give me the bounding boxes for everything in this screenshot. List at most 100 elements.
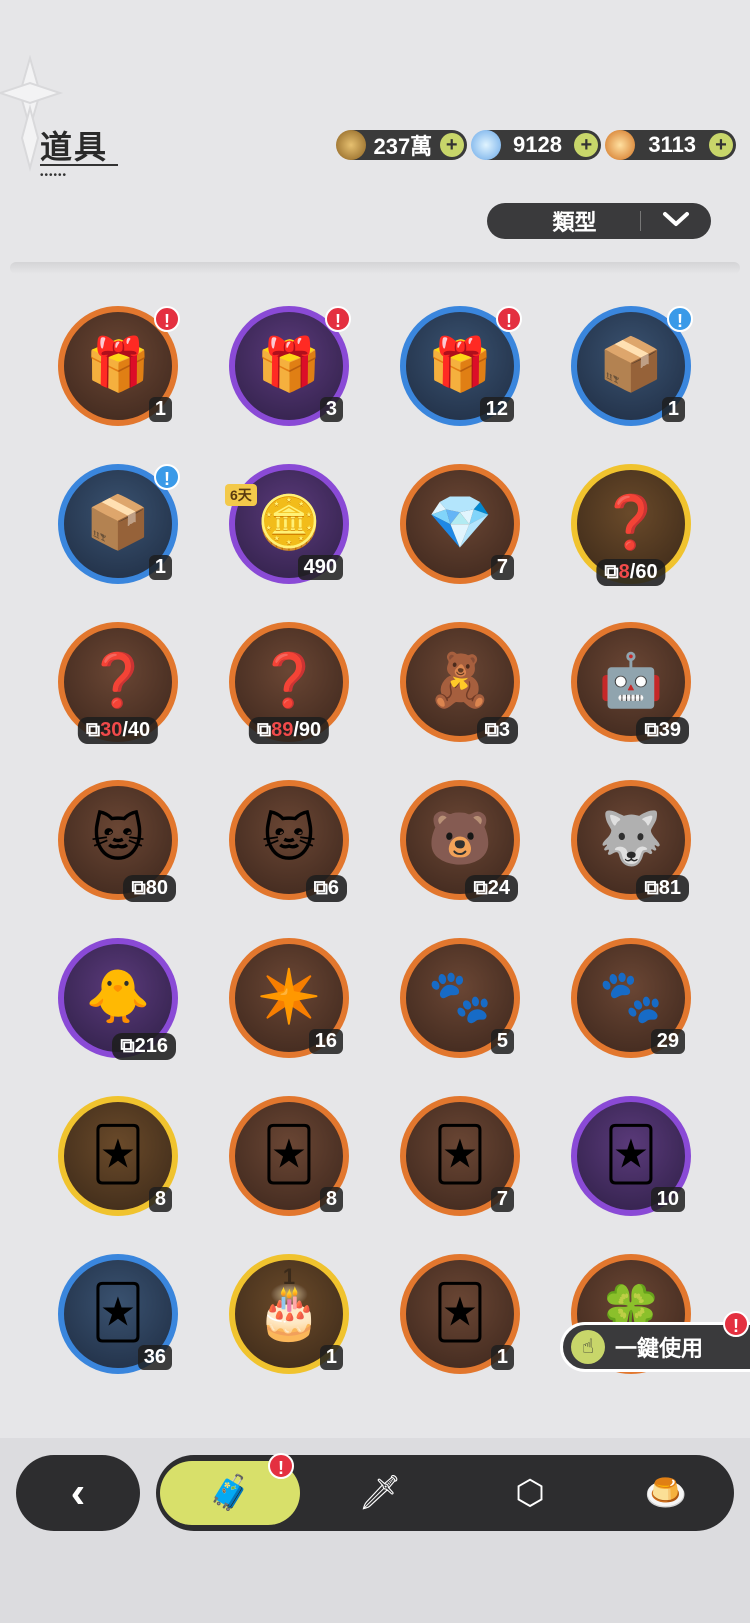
item-slot[interactable]: ❓ ⧉89/90 <box>229 622 349 744</box>
expiry-days-badge: 6天 <box>225 484 257 506</box>
gold-coin-icon <box>336 130 366 160</box>
hexagon-gem-icon: ⬡ <box>515 1474 545 1512</box>
item-slot[interactable]: 📦 1! <box>571 306 693 426</box>
fragment-count: ⧉81 <box>636 875 689 902</box>
item-slot[interactable]: 🃏 36 <box>58 1254 178 1374</box>
fragment-count: ⧉3 <box>476 717 518 744</box>
filter-label: 類型 <box>552 210 597 235</box>
star-crystal-icon: ✴️ <box>256 967 322 1026</box>
alert-badge: ! <box>154 306 180 332</box>
item-slot[interactable]: 🪙 490 6天 <box>225 464 349 584</box>
fragment-progress: ⧉89/90 <box>248 717 330 744</box>
item-slot[interactable]: 🐾 29 <box>571 938 691 1058</box>
star-gem-icon <box>605 130 636 160</box>
type-filter-dropdown[interactable]: 類型 <box>487 203 711 239</box>
yellow-chick-fragment-icon: 🐥 <box>85 967 151 1026</box>
item-slot[interactable]: ❓ ⧉8/60 <box>571 464 691 586</box>
add-gold-button[interactable]: + <box>439 133 464 157</box>
blue-girl-card-icon: 🃏 <box>262 1125 316 1184</box>
gem-crate-icon: 📦 <box>598 335 664 394</box>
item-slot[interactable]: 🃏 7 <box>400 1096 520 1216</box>
category-tabs: 🧳! 🗡 ⬡ 🍮 <box>156 1453 736 1531</box>
mystery-fragment-orange-2-icon: ❓ <box>256 651 322 710</box>
purple-character-card-icon: 🃏 <box>604 1125 658 1184</box>
red-bear-fragment-icon: 🐻 <box>427 809 493 868</box>
page-title: 道具 <box>40 129 109 165</box>
tab-food[interactable]: 🍮 <box>596 1461 736 1525</box>
fragment-count: ⧉6 <box>305 875 347 902</box>
back-button[interactable]: ‹ <box>16 1455 140 1531</box>
bag-icon: 🧳 <box>208 1474 252 1512</box>
mystery-fragment-gold-icon: ❓ <box>598 493 664 552</box>
gold-character-card-icon: 🃏 <box>91 1125 145 1184</box>
item-slot[interactable]: 🎁 12! <box>400 306 522 426</box>
currency-star: 3113 + <box>605 130 737 160</box>
item-slot[interactable]: 🐱 ⧉6 <box>229 780 349 902</box>
currency-crystal-value: 9128 <box>513 132 562 157</box>
hat-sword-icon: 🗡 <box>358 1474 402 1512</box>
fragment-count: ⧉24 <box>465 875 518 902</box>
mystery-fragment-orange-icon: ❓ <box>85 651 151 710</box>
item-slot[interactable]: 💎 7 <box>400 464 520 584</box>
item-count: 7 <box>490 1187 514 1212</box>
item-slot[interactable]: 🤖 ⧉39 <box>571 622 691 744</box>
cake-number: 1 <box>282 1264 296 1289</box>
item-slot[interactable]: 🎁 1! <box>58 306 180 426</box>
item-count: 1 <box>319 1345 343 1370</box>
knight-fragment-icon: 🤖 <box>598 651 664 710</box>
leaf-cat-fragment-icon: 🐱 <box>261 809 317 868</box>
tab-bag[interactable]: 🧳! <box>160 1453 300 1525</box>
white-cat-fragment-icon: 🐱 <box>90 809 146 868</box>
item-slot[interactable]: 🃏 8 <box>58 1096 178 1216</box>
item-count: 1 <box>661 397 685 422</box>
item-count: 10 <box>650 1187 685 1212</box>
list-top-shadow <box>10 262 740 274</box>
orange-character-card-icon: 🃏 <box>433 1125 487 1184</box>
purple-gift-box-icon: 🎁 <box>256 335 322 394</box>
item-slot[interactable]: 🧸 ⧉3 <box>400 622 520 744</box>
birthday-cake-icon: 🎂 <box>256 1283 322 1342</box>
fragment-count: ⧉216 <box>112 1033 176 1060</box>
item-slot[interactable]: 🐻 ⧉24 <box>400 780 520 902</box>
alert-badge: ! <box>667 306 693 332</box>
item-count: 1 <box>490 1345 514 1370</box>
blue-character-card-icon: 🃏 <box>91 1283 145 1342</box>
fragment-progress: ⧉8/60 <box>596 559 666 586</box>
item-slot[interactable]: 🎁 3! <box>229 306 351 426</box>
item-slot[interactable]: ❓ ⧉30/40 <box>58 622 178 744</box>
tab-equipment[interactable]: 🗡 <box>310 1461 450 1525</box>
add-crystal-button[interactable]: + <box>574 133 599 157</box>
chevron-left-icon: ‹ <box>70 1468 86 1517</box>
item-slot[interactable]: 🃏 10 <box>571 1096 691 1216</box>
alert-badge: ! <box>268 1453 294 1479</box>
item-slot[interactable]: 🃏 8 <box>229 1096 349 1216</box>
pudding-icon: 🍮 <box>644 1474 688 1512</box>
crystal-icon <box>470 130 501 160</box>
item-slot[interactable]: 🐺 ⧉81 <box>571 780 691 902</box>
purple-crystal-card-icon: 💎 <box>427 493 493 552</box>
bear-fragment-icon: 🧸 <box>427 651 493 710</box>
item-count: 3 <box>319 397 343 422</box>
item-slot[interactable]: 🐾 5 <box>400 938 520 1058</box>
one-click-use-button[interactable]: ☝ 一鍵使用 ! <box>560 1311 750 1372</box>
item-slot[interactable]: 📦 1! <box>58 464 180 584</box>
silver-swirl-card-icon: 🃏 <box>433 1283 487 1342</box>
orange-gift-box-icon: 🎁 <box>85 335 151 394</box>
item-count: 1 <box>148 555 172 580</box>
item-count: 8 <box>148 1187 172 1212</box>
gold-paw-charm-icon: 🐾 <box>598 967 664 1026</box>
chevron-down-icon <box>641 210 711 233</box>
item-slot[interactable]: 🎂 1 1 <box>229 1254 349 1374</box>
hand-pointer-icon: ☝ <box>571 1330 605 1364</box>
tab-gems[interactable]: ⬡ <box>460 1461 600 1525</box>
laurel-coin-icon: 🪙 <box>256 493 322 552</box>
wood-crate-icon: 📦 <box>85 493 151 552</box>
item-count: 7 <box>490 555 514 580</box>
item-slot[interactable]: ✴️ 16 <box>229 938 349 1058</box>
add-star-button[interactable]: + <box>709 133 734 157</box>
item-count: 8 <box>319 1187 343 1212</box>
item-slot[interactable]: 🃏 1 <box>400 1254 520 1374</box>
one-click-use-label: 一鍵使用 <box>615 1336 704 1361</box>
item-slot[interactable]: 🐱 ⧉80 <box>58 780 178 902</box>
item-slot[interactable]: 🐥 ⧉216 <box>58 938 178 1060</box>
